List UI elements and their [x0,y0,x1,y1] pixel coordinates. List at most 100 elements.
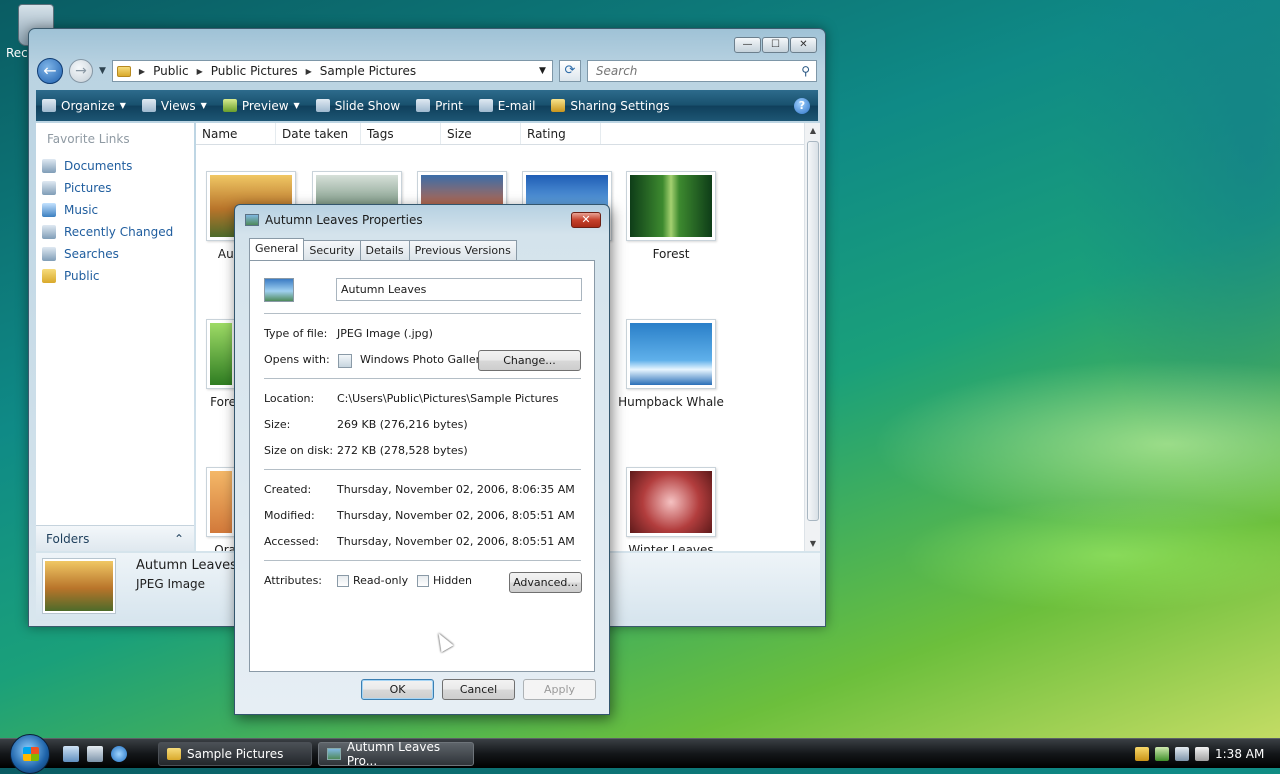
read-only-checkbox[interactable] [337,575,349,587]
help-icon[interactable]: ? [794,97,810,114]
fav-link-music[interactable]: Music [42,199,173,221]
recently-changed-icon [42,225,56,239]
type-of-file-value: JPEG Image (.jpg) [337,327,433,340]
file-item-label[interactable]: Forest [616,247,726,261]
type-of-file-label: Type of file: [264,327,328,340]
breadcrumb-separator[interactable]: ▶ [306,67,312,76]
recent-pages-dropdown-icon[interactable]: ▼ [99,66,106,76]
file-item-label[interactable]: Fore [196,395,236,409]
breadcrumb-public[interactable]: Public [153,64,189,78]
refresh-icon[interactable]: ⟳ [558,60,581,82]
fav-link-recently-changed[interactable]: Recently Changed [42,221,173,243]
search-input[interactable] [593,63,802,79]
forward-arrow-icon[interactable]: → [69,59,93,83]
column-name[interactable]: Name [196,123,276,144]
divider [264,313,581,314]
slideshow-button[interactable]: Slide Show [315,98,401,113]
windows-defender-icon[interactable] [1155,747,1169,761]
image-file-icon [327,748,341,760]
column-date-taken[interactable]: Date taken [276,123,361,144]
scroll-down-arrow-icon[interactable]: ▼ [805,539,821,548]
tab-general[interactable]: General [249,238,305,260]
file-item-label[interactable]: Winter Leaves [616,543,726,551]
start-button[interactable] [10,734,50,774]
fav-link-label: Music [64,203,99,217]
file-item-thumbnail[interactable] [206,319,236,389]
window-controls: — ☐ ✕ [734,37,817,53]
minimize-button[interactable]: — [734,37,761,53]
close-button[interactable]: ✕ [790,37,817,53]
views-label: Views [160,98,196,113]
file-item-thumbnail[interactable] [626,171,716,241]
maximize-button[interactable]: ☐ [762,37,789,53]
taskbar-button-sample-pictures[interactable]: Sample Pictures [158,742,312,766]
breadcrumb-public-pictures[interactable]: Public Pictures [211,64,298,78]
print-button[interactable]: Print [416,99,463,113]
tab-security[interactable]: Security [303,240,361,260]
apply-button[interactable]: Apply [523,679,596,700]
clock[interactable]: 1:38 AM [1215,747,1264,761]
views-icon [141,99,156,112]
views-button[interactable]: Views ▼ [141,98,207,113]
taskbar-button-properties[interactable]: Autumn Leaves Pro... [318,740,474,768]
opens-with-label: Opens with: [264,353,330,366]
slideshow-label: Slide Show [334,98,401,113]
switch-windows-icon[interactable] [87,746,103,762]
volume-muted-icon[interactable] [1195,747,1209,761]
fav-link-pictures[interactable]: Pictures [42,177,173,199]
size-on-disk-value: 272 KB (278,528 bytes) [337,444,468,457]
address-dropdown-icon[interactable]: ▼ [539,66,546,76]
security-shield-icon[interactable] [1135,747,1149,761]
breadcrumb-separator[interactable]: ▶ [197,67,203,76]
fav-link-public[interactable]: Public [42,265,173,287]
breadcrumb-sample-pictures[interactable]: Sample Pictures [320,64,416,78]
file-name-field[interactable] [336,278,582,301]
image-file-icon [245,214,259,226]
breadcrumb-separator[interactable]: ▶ [139,67,145,76]
dialog-close-button[interactable]: ✕ [571,212,601,228]
tab-previous-versions[interactable]: Previous Versions [408,240,517,260]
network-icon[interactable] [1175,747,1189,761]
column-size[interactable]: Size [441,123,521,144]
file-item-thumbnail[interactable] [626,319,716,389]
folders-toggle[interactable]: Folders ⌃ [36,525,194,551]
chevron-up-icon: ⌃ [173,532,184,546]
file-item-label[interactable]: Humpback Whale [616,395,726,409]
column-tags[interactable]: Tags [361,123,441,144]
command-bar: Organize ▼ Views ▼ Preview ▼ Slide Show … [36,90,818,121]
fav-link-documents[interactable]: Documents [42,155,173,177]
searches-icon [42,247,56,261]
file-item-thumbnail[interactable] [206,467,236,537]
preview-button[interactable]: Preview ▼ [222,99,300,113]
scrollbar-thumb[interactable] [807,141,819,521]
cancel-button[interactable]: Cancel [442,679,515,700]
file-item-thumbnail[interactable] [626,467,716,537]
internet-explorer-icon[interactable] [111,746,127,762]
fav-link-searches[interactable]: Searches [42,243,173,265]
search-icon[interactable]: ⚲ [801,64,810,78]
show-desktop-icon[interactable] [63,746,79,762]
read-only-label[interactable]: Read-only [353,574,408,587]
address-bar[interactable]: ▶ Public ▶ Public Pictures ▶ Sample Pict… [111,60,553,82]
change-button[interactable]: Change... [478,350,581,371]
hidden-checkbox[interactable] [417,575,429,587]
email-button[interactable]: E-mail [478,98,536,113]
search-box[interactable]: ⚲ [586,60,817,82]
sharing-settings-button[interactable]: Sharing Settings [551,99,670,113]
vertical-scrollbar[interactable]: ▲ ▼ [804,123,820,551]
email-label: E-mail [497,98,536,113]
thumbnail-image [210,323,232,385]
envelope-icon [478,99,493,112]
file-item-label[interactable]: Ora [196,543,236,551]
advanced-button[interactable]: Advanced... [509,572,582,593]
taskbar-button-label: Sample Pictures [187,747,284,761]
modified-label: Modified: [264,509,315,522]
ok-button[interactable]: OK [361,679,434,700]
column-rating[interactable]: Rating [521,123,601,144]
folder-icon [167,748,181,760]
hidden-label[interactable]: Hidden [433,574,472,587]
scroll-up-arrow-icon[interactable]: ▲ [805,126,821,135]
back-arrow-icon[interactable]: ← [37,58,63,84]
tab-details[interactable]: Details [359,240,410,260]
organize-button[interactable]: Organize ▼ [42,99,126,113]
